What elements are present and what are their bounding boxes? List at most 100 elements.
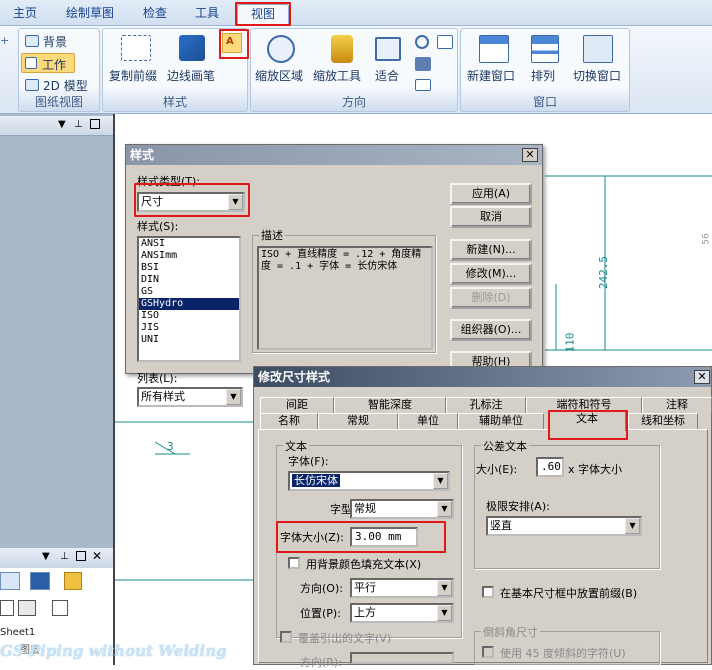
new-window-button[interactable]: 新建窗口: [467, 67, 515, 84]
override-leader-checkbox[interactable]: [280, 631, 292, 643]
tab-hole-callout[interactable]: 孔标注: [446, 397, 526, 413]
font-label: 字体(F):: [288, 455, 329, 468]
layer-tool-icon[interactable]: [0, 572, 20, 590]
tab-spacing[interactable]: 间距: [260, 397, 334, 413]
collapse-icon[interactable]: +: [0, 34, 12, 48]
list-item[interactable]: ANSI: [139, 238, 239, 250]
delete-button[interactable]: 删除(D): [450, 287, 532, 309]
fit-button[interactable]: 适合: [375, 67, 399, 84]
background-button[interactable]: 背景: [43, 33, 67, 50]
2d-model-button[interactable]: 2D 模型: [43, 77, 88, 94]
font-style-select[interactable]: 常规 ▼: [350, 499, 454, 519]
copy-prefix-button[interactable]: 复制前缀: [109, 67, 157, 84]
close-button[interactable]: ✕: [522, 148, 538, 162]
layer-tool-icon[interactable]: [30, 572, 50, 590]
tab-secondary-units[interactable]: 辅助单位: [458, 413, 544, 429]
switch-window-button[interactable]: 切换窗口: [573, 67, 621, 84]
help-icon[interactable]: [64, 572, 82, 590]
highlight-box: [134, 183, 250, 217]
arrange-button[interactable]: 排列: [531, 67, 555, 84]
prefix-checkbox[interactable]: [482, 586, 494, 598]
fit-icon: [375, 37, 401, 61]
modify-button[interactable]: 修改(M)...: [450, 263, 532, 285]
rotate-icon[interactable]: [415, 57, 431, 71]
font-value: 长仿宋体: [292, 474, 340, 487]
watermark: GS Piping without Welding: [0, 642, 227, 660]
tab-units[interactable]: 单位: [398, 413, 458, 429]
previous-view-icon[interactable]: [415, 79, 431, 91]
dimension-text[interactable]: 242.5: [597, 256, 610, 289]
tab-sketch[interactable]: 绘制草图: [56, 4, 124, 26]
list-item[interactable]: UNI: [139, 334, 239, 346]
pan-icon[interactable]: [437, 35, 453, 49]
tab-general[interactable]: 常规: [318, 413, 398, 429]
highlight-box: [276, 521, 446, 553]
modify-dimension-style-dialog: 修改尺寸样式 ✕ 间距 智能深度 孔标注 端符和符号 注释 名称 常规 单位 辅…: [253, 366, 712, 669]
tab-name[interactable]: 名称: [260, 413, 318, 429]
list-item[interactable]: ANSImm: [139, 250, 239, 262]
direction2-select[interactable]: [350, 652, 454, 664]
list-item[interactable]: DIN: [139, 274, 239, 286]
list-filter-select[interactable]: 所有样式 ▼: [137, 387, 243, 407]
list-item[interactable]: GS: [139, 286, 239, 298]
ribbon: 背景 工作 2D 模型 图纸视图 + 复制前缀 边线画笔 A 样式 缩放区域 缩…: [0, 26, 712, 114]
tab-home[interactable]: 主页: [4, 4, 46, 26]
direction-select[interactable]: 平行 ▼: [350, 578, 454, 598]
list-item-selected[interactable]: GSHydro: [139, 298, 239, 310]
new-button[interactable]: 新建(N)...: [450, 239, 532, 261]
zoom-icon[interactable]: [415, 35, 429, 49]
leader-text[interactable]: 3: [167, 440, 174, 453]
position-select[interactable]: 上方 ▼: [350, 603, 454, 623]
tolerance-size-label: 大小(E):: [476, 463, 518, 476]
dropdown-icon[interactable]: ▼: [42, 551, 50, 562]
close-button[interactable]: ✕: [694, 370, 710, 384]
close-icon[interactable]: ✕: [92, 549, 102, 563]
pin-icon[interactable]: ⊥: [60, 551, 69, 562]
folder-icon[interactable]: [18, 600, 36, 616]
tab-smart-depth[interactable]: 智能深度: [334, 397, 446, 413]
work-label: 工作: [42, 58, 67, 72]
chamfer-checkbox[interactable]: [482, 646, 494, 658]
apply-button[interactable]: 应用(A): [450, 183, 532, 205]
list-filter-value: 所有样式: [141, 390, 185, 403]
maximize-icon[interactable]: [90, 119, 100, 129]
list-item[interactable]: ISO: [139, 310, 239, 322]
tab-tools[interactable]: 工具: [186, 4, 228, 26]
tab-inspect[interactable]: 检查: [134, 4, 176, 26]
list-item[interactable]: BSI: [139, 262, 239, 274]
cancel-button[interactable]: 取消: [450, 206, 532, 228]
fill-background-checkbox[interactable]: [288, 557, 300, 569]
chamfer-group-label: 倒斜角尺寸: [481, 624, 540, 640]
organizer-button[interactable]: 组织器(O)...: [450, 319, 532, 341]
group-sheet-views: 背景 工作 2D 模型 图纸视图: [18, 28, 100, 112]
dimension-text[interactable]: 110: [563, 333, 576, 353]
styles-list[interactable]: ANSI ANSImm BSI DIN GS GSHydro ISO JIS U…: [137, 236, 241, 362]
zoom-tool-button[interactable]: 缩放工具: [313, 67, 361, 84]
list-item[interactable]: JIS: [139, 322, 239, 334]
zoom-area-icon: [267, 35, 295, 63]
limit-arrangement-label: 极限安排(A):: [486, 500, 550, 513]
override-leader-label: 覆盖引出的文字(V): [298, 632, 392, 645]
list-label: 列表(L):: [137, 372, 178, 385]
position-value: 上方: [354, 606, 376, 619]
dialog-title: 样式: [126, 145, 542, 165]
limit-arrangement-select[interactable]: 竖直 ▼: [486, 516, 642, 536]
layer-icon[interactable]: [0, 600, 14, 616]
chevron-down-icon: ▼: [437, 501, 452, 517]
dropdown-icon[interactable]: ▼: [58, 119, 66, 130]
tab-notes[interactable]: 注释: [642, 397, 712, 413]
edge-brush-icon: [179, 35, 205, 61]
sheet-name[interactable]: Sheet1: [0, 627, 35, 638]
pin-icon[interactable]: ⊥: [74, 119, 83, 130]
group-style: 复制前缀 边线画笔 A 样式: [102, 28, 249, 112]
tab-lines-coords[interactable]: 线和坐标: [628, 413, 698, 429]
tolerance-size-input[interactable]: .60: [536, 457, 564, 477]
layer-props-icon[interactable]: [52, 600, 68, 616]
edge-brush-button[interactable]: 边线画笔: [167, 67, 215, 84]
ribbon-tab-bar: 主页 绘制草图 检查 工具 视图: [0, 0, 712, 26]
font-select[interactable]: 长仿宋体 ▼: [288, 471, 450, 491]
group-label: 样式: [162, 95, 187, 109]
work-button[interactable]: 工作: [21, 53, 75, 73]
zoom-area-button[interactable]: 缩放区域: [255, 67, 303, 84]
maximize-icon[interactable]: [76, 551, 86, 561]
